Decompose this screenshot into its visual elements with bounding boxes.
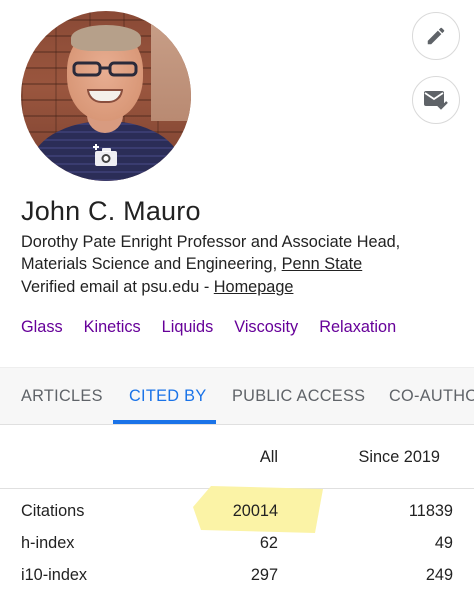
profile-tabs: ARTICLES CITED BY PUBLIC ACCESS CO-AUTHO [0, 367, 474, 425]
profile-name: John C. Mauro [21, 196, 201, 226]
row-value-since: 49 [434, 534, 453, 552]
row-label: i10-index [21, 566, 88, 584]
verified-email-text: Verified email at psu.edu - [21, 278, 214, 296]
affiliation: Dorothy Pate Enright Professor and Assoc… [21, 231, 461, 275]
photo-hair [71, 25, 141, 51]
table-row: i10-index 297 249 [0, 562, 474, 592]
verified-email: Verified email at psu.edu - Homepage [21, 276, 293, 298]
active-tab-indicator [113, 420, 216, 424]
interest-liquids[interactable]: Liquids [162, 318, 214, 337]
email-alerts-button[interactable] [412, 76, 460, 124]
tab-co-authors[interactable]: CO-AUTHO [389, 368, 474, 424]
table-row: Citations 20014 11839 [0, 498, 474, 528]
homepage-link[interactable]: Homepage [214, 278, 294, 296]
tab-cited-by[interactable]: CITED BY [129, 368, 207, 424]
edit-profile-button[interactable] [412, 12, 460, 60]
row-label: Citations [21, 502, 85, 520]
row-value-all: 297 [250, 566, 278, 584]
column-since: Since 2019 [358, 448, 440, 466]
row-value-all: 20014 [232, 502, 278, 520]
interest-viscosity[interactable]: Viscosity [234, 318, 298, 337]
row-value-since: 249 [425, 566, 453, 584]
pencil-icon [427, 27, 445, 45]
citations-header: All Since 2019 [0, 438, 474, 489]
photo-window [151, 11, 191, 121]
interest-relaxation[interactable]: Relaxation [319, 318, 396, 337]
affiliation-link[interactable]: Penn State [282, 255, 363, 273]
tab-articles[interactable]: ARTICLES [21, 368, 103, 424]
interest-kinetics[interactable]: Kinetics [84, 318, 141, 337]
add-photo-camera-icon[interactable] [92, 142, 120, 170]
interest-glass[interactable]: Glass [21, 318, 63, 337]
photo-glasses [72, 61, 138, 77]
row-value-since: 11839 [408, 502, 453, 520]
email-check-icon [424, 91, 448, 110]
research-interests: Glass Kinetics Liquids Viscosity Relaxat… [21, 318, 417, 337]
row-value-all: 62 [259, 534, 278, 552]
table-row: h-index 62 49 [0, 530, 474, 560]
row-label: h-index [21, 534, 75, 552]
column-all: All [259, 448, 278, 466]
tab-public-access[interactable]: PUBLIC ACCESS [232, 368, 365, 424]
